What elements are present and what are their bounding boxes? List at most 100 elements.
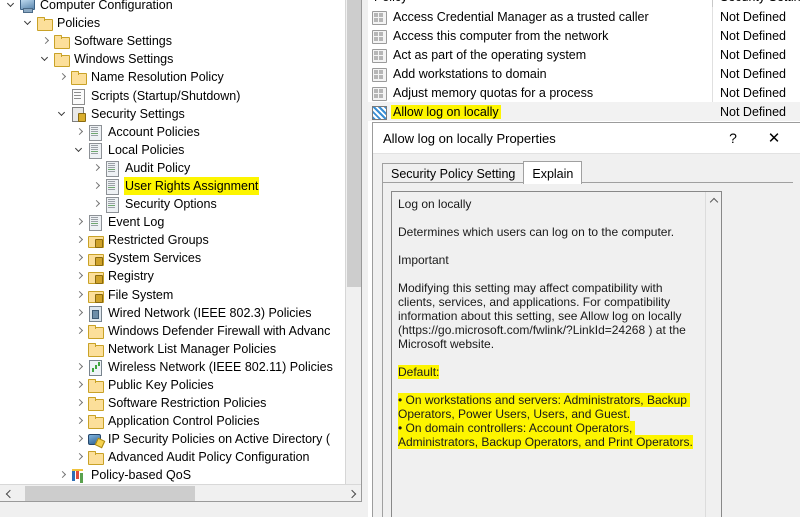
tree-horizontal-scrollbar-track[interactable] — [17, 485, 345, 501]
tree-horizontal-scrollbar[interactable] — [0, 484, 361, 501]
ip-security-icon — [87, 431, 103, 447]
tree-item-public-key-policies[interactable]: Public Key Policies — [0, 376, 345, 394]
tree-item-application-control-policies[interactable]: Application Control Policies — [0, 412, 345, 430]
scroll-right-arrow-icon[interactable] — [345, 485, 361, 501]
chevron-right-icon[interactable] — [74, 430, 87, 448]
chevron-down-icon[interactable] — [23, 14, 36, 32]
chevron-right-icon[interactable] — [74, 304, 87, 322]
tree-item-name-resolution-policy[interactable]: Name Resolution Policy — [0, 68, 345, 86]
policy-security-setting: Not Defined — [720, 47, 787, 62]
tree-item-label: Network List Manager Policies — [108, 341, 277, 356]
chevron-down-icon[interactable] — [40, 50, 53, 68]
tree-item-computer-configuration[interactable]: Computer Configuration — [0, 0, 345, 14]
chevron-right-icon[interactable] — [57, 466, 70, 484]
chevron-right-icon[interactable] — [91, 195, 104, 213]
tree-item-label: Windows Settings — [74, 52, 174, 67]
properties-dialog[interactable]: Allow log on locally Properties ? ✕ Secu… — [372, 122, 800, 517]
tree-item-network-list-manager-policies[interactable]: Network List Manager Policies — [0, 340, 345, 358]
chevron-right-icon[interactable] — [91, 177, 104, 195]
dialog-titlebar[interactable]: Allow log on locally Properties ? ✕ — [373, 123, 800, 154]
tree-item-account-policies[interactable]: Account Policies — [0, 123, 345, 141]
tab-security-policy-setting[interactable]: Security Policy Setting — [382, 163, 525, 183]
policy-list-header[interactable]: Policy Security Setting — [368, 0, 800, 7]
tree-vertical-scrollbar-thumb[interactable] — [347, 0, 361, 287]
tree-item-policy-based-qos[interactable]: Policy-based QoS — [0, 466, 345, 484]
policy-list-row[interactable]: Adjust memory quotas for a process Not De… — [368, 83, 800, 102]
tree-item-windows-defender-firewall-with-advanc[interactable]: Windows Defender Firewall with Advanc — [0, 322, 345, 340]
chevron-right-icon[interactable] — [74, 358, 87, 376]
user-right-icon — [371, 85, 387, 101]
scroll-up-arrow-icon[interactable] — [706, 192, 721, 209]
tree-item-security-options[interactable]: Security Options — [0, 195, 345, 214]
tree-item-security-settings[interactable]: Security Settings — [0, 105, 345, 123]
chevron-right-icon[interactable] — [74, 267, 87, 285]
tree-item-wireless-network-ieee-802-11-policies[interactable]: Wireless Network (IEEE 802.11) Policies — [0, 358, 345, 376]
tree-item-ip-security-policies-on-active-directory[interactable]: IP Security Policies on Active Directory… — [0, 430, 345, 448]
chevron-down-icon[interactable] — [57, 105, 70, 123]
policy-list-row[interactable]: Add workstations to domain Not Defined — [368, 64, 800, 83]
explain-heading: Log on locally — [398, 197, 698, 211]
tree-item-user-rights-assignment[interactable]: User Rights Assignment — [0, 176, 345, 195]
policy-list-row[interactable]: Allow log on locally Not Defined — [368, 102, 800, 121]
chevron-right-icon[interactable] — [74, 231, 87, 249]
help-icon[interactable]: ? — [718, 123, 748, 153]
chevron-right-icon[interactable] — [74, 448, 87, 466]
tree-item-label: Software Restriction Policies — [108, 396, 267, 411]
tree-item-audit-policy[interactable]: Audit Policy — [0, 159, 345, 177]
chevron-right-icon[interactable] — [74, 394, 87, 412]
policy-list-row[interactable]: Act as part of the operating system Not D… — [368, 45, 800, 64]
tree-item-label: Local Policies — [108, 142, 185, 157]
policy-security-setting: Not Defined — [720, 85, 787, 100]
group-policy-tree-panel[interactable]: Computer Configuration Policies Software S… — [0, 0, 362, 502]
tree-item-label: Wired Network (IEEE 802.3) Policies — [108, 305, 312, 320]
tree-item-label: IP Security Policies on Active Directory… — [108, 432, 331, 447]
tree-item-event-log[interactable]: Event Log — [0, 213, 345, 232]
tree-item-windows-settings[interactable]: Windows Settings — [0, 50, 345, 68]
column-header-policy[interactable]: Policy — [374, 0, 407, 4]
qos-icon — [70, 467, 86, 483]
tree-item-software-restriction-policies[interactable]: Software Restriction Policies — [0, 394, 345, 412]
policy-list-row[interactable]: Access Credential Manager as a trusted c… — [368, 7, 800, 26]
dialog-title: Allow log on locally Properties — [383, 130, 556, 146]
chevron-right-icon[interactable] — [74, 376, 87, 394]
chevron-right-icon[interactable] — [74, 286, 87, 304]
chevron-right-icon[interactable] — [57, 68, 70, 86]
scroll-left-arrow-icon[interactable] — [0, 485, 17, 501]
tree-item-wired-network-ieee-802-3-policies[interactable]: Wired Network (IEEE 802.3) Policies — [0, 304, 345, 322]
tree-item-policies[interactable]: Policies — [0, 14, 345, 32]
tree-vertical-scrollbar[interactable] — [345, 0, 361, 500]
tree-item-restricted-groups[interactable]: Restricted Groups — [0, 231, 345, 249]
column-divider[interactable] — [712, 0, 713, 7]
tree-item-scripts-startup-shutdown[interactable]: Scripts (Startup/Shutdown) — [0, 86, 345, 105]
chevron-right-icon[interactable] — [74, 249, 87, 267]
chevron-down-icon[interactable] — [74, 141, 87, 159]
chevron-right-icon[interactable] — [74, 412, 87, 430]
chevron-right-icon[interactable] — [40, 32, 53, 50]
tree-horizontal-scrollbar-thumb[interactable] — [25, 486, 195, 501]
explain-textbox[interactable]: Log on locally Determines which users can… — [391, 191, 722, 517]
explain-vertical-scrollbar[interactable] — [705, 192, 721, 517]
chevron-down-icon[interactable] — [6, 0, 19, 14]
tree-item-label: Security Settings — [91, 106, 185, 121]
dialog-tabstrip: Security Policy Setting Explain — [382, 161, 583, 184]
tree-item-file-system[interactable]: File System — [0, 286, 345, 304]
chevron-right-icon[interactable] — [91, 159, 104, 177]
tab-page-explain: Log on locally Determines which users can… — [382, 182, 793, 517]
tree-item-advanced-audit-policy-configuration[interactable]: Advanced Audit Policy Configuration — [0, 448, 345, 466]
column-header-security-setting[interactable]: Security Setting — [720, 0, 800, 4]
chevron-right-icon[interactable] — [74, 123, 87, 141]
tree-item-registry[interactable]: Registry — [0, 267, 345, 285]
explain-summary: Determines which users can log on to the… — [398, 225, 698, 239]
tree-item-label: Restricted Groups — [108, 233, 209, 248]
policy-list-rows: Access Credential Manager as a trusted c… — [368, 7, 800, 121]
close-icon[interactable]: ✕ — [756, 123, 792, 153]
tree-item-system-services[interactable]: System Services — [0, 249, 345, 267]
tree-item-local-policies[interactable]: Local Policies — [0, 141, 345, 159]
tree-item-software-settings[interactable]: Software Settings — [0, 32, 345, 50]
policy-name: Access this computer from the network — [393, 28, 609, 43]
chevron-right-icon[interactable] — [74, 213, 87, 231]
policy-list-row[interactable]: Access this computer from the network Not… — [368, 26, 800, 45]
chevron-right-icon[interactable] — [74, 322, 87, 340]
wired-network-icon — [87, 305, 103, 322]
tab-explain[interactable]: Explain — [523, 161, 583, 184]
